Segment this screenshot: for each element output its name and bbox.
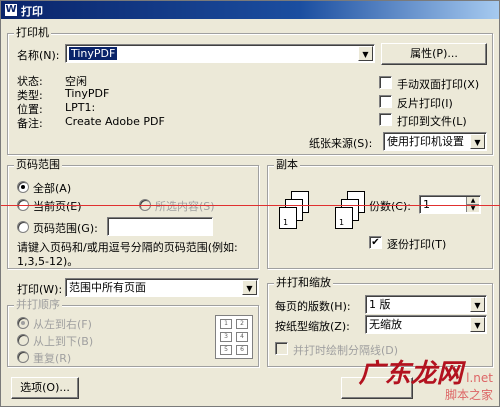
print-to-file-label[interactable]: 打印到文件(L) — [397, 113, 467, 129]
pages-per-sheet-select[interactable]: 1 版 ▼ — [365, 295, 487, 314]
chevron-down-icon[interactable]: ▼ — [470, 317, 485, 332]
reverse-checkbox[interactable] — [379, 95, 392, 108]
order-cell: 5 — [220, 345, 232, 355]
chevron-down-icon[interactable]: ▼ — [470, 134, 485, 149]
collate-checkbox[interactable]: ✔ — [369, 236, 382, 249]
collate-icon: 3 2 1 3 2 1 — [279, 191, 369, 243]
repeat-label: 重复(R) — [33, 352, 72, 365]
order-cell: 1 — [220, 319, 232, 329]
print-what-label: 打印(W): — [17, 283, 63, 296]
top-to-bottom-radio — [17, 334, 29, 346]
chevron-down-icon[interactable]: ▼ — [470, 297, 485, 312]
chevron-down-icon[interactable]: ▼ — [358, 46, 373, 61]
printer-name-select[interactable]: TinyPDF ▼ — [65, 44, 375, 63]
scale-select[interactable]: 无缩放 ▼ — [365, 315, 487, 334]
order-cell: 3 — [220, 332, 232, 342]
scale-value: 无缩放 — [369, 318, 402, 331]
spin-up-icon[interactable]: ▲ — [467, 197, 479, 205]
scale-label: 按纸型缩放(Z): — [275, 320, 350, 333]
printer-name-value: TinyPDF — [67, 46, 119, 61]
collate-label[interactable]: 逐份打印(T) — [387, 236, 446, 252]
order-cell: 6 — [236, 345, 248, 355]
separator-checkbox — [275, 342, 288, 355]
order-cell: 4 — [236, 332, 248, 342]
pages-per-sheet-value: 1 版 — [369, 298, 391, 311]
paper-source-value: 使用打印机设置 — [387, 135, 464, 148]
copies-count-label: 份数(C): — [369, 200, 411, 213]
properties-button[interactable]: 属性(P)... — [381, 43, 487, 65]
watermark-url: l.net — [466, 371, 493, 385]
page-range-input[interactable] — [107, 217, 213, 236]
paper-source-select[interactable]: 使用打印机设置 ▼ — [383, 132, 487, 151]
page-range-label[interactable]: 页码范围(G): — [33, 220, 98, 236]
page-range-hint-2: 1,3,5-12)。 — [17, 255, 79, 268]
current-page-label[interactable]: 当前页(E) — [33, 198, 82, 214]
window-title: 打印 — [21, 5, 43, 18]
pages-per-sheet-label: 每页的版数(H): — [275, 300, 351, 313]
paper-source-label: 纸张来源(S): — [309, 137, 373, 150]
printer-group-title: 打印机 — [14, 26, 51, 40]
page-range-radio[interactable] — [17, 221, 29, 233]
print-order-preview: 1 2 3 4 5 6 — [215, 315, 253, 359]
options-button[interactable]: 选项(O)... — [11, 377, 79, 399]
left-to-right-label: 从左到右(F) — [33, 318, 92, 331]
copies-icon-page: 1 — [279, 207, 297, 229]
printer-icon: W — [4, 3, 18, 17]
separator-label: 并打时绘制分隔线(D) — [293, 344, 399, 357]
all-pages-label[interactable]: 全部(A) — [33, 180, 71, 196]
location-value: LPT1: — [65, 101, 96, 114]
duplex-checkbox[interactable] — [379, 76, 392, 89]
chevron-down-icon[interactable]: ▼ — [242, 280, 257, 295]
red-guide-line — [1, 205, 500, 206]
page-range-group-title: 页码范围 — [14, 158, 62, 172]
comment-value: Create Adobe PDF — [65, 115, 165, 128]
copies-group-title: 副本 — [274, 158, 300, 172]
comment-label: 备注: — [17, 117, 43, 130]
order-cell: 2 — [236, 319, 248, 329]
print-order-group-title: 并打顺序 — [14, 298, 62, 312]
watermark-sub: 脚本之家 — [444, 388, 493, 402]
reverse-label[interactable]: 反片打印(I) — [397, 95, 453, 111]
type-value: TinyPDF — [65, 87, 110, 100]
repeat-radio — [17, 351, 29, 363]
selection-label: 所选内容(S) — [155, 200, 215, 213]
watermark-main-row: 广东龙网 l.net — [359, 360, 493, 388]
print-what-select[interactable]: 范围中所有页面 ▼ — [65, 278, 259, 297]
site-watermark: 广东龙网 l.net 脚本之家 — [359, 360, 493, 402]
top-to-bottom-label: 从上到下(B) — [33, 335, 94, 348]
print-what-value: 范围中所有页面 — [69, 281, 146, 294]
duplex-label[interactable]: 手动双面打印(X) — [397, 76, 479, 92]
left-to-right-radio — [17, 317, 29, 329]
print-to-file-checkbox[interactable] — [379, 113, 392, 126]
copies-icon-page: 1 — [335, 207, 353, 229]
title-bar[interactable]: W 打印 — [1, 1, 499, 19]
print-dialog: W 打印 打印机 名称(N): TinyPDF ▼ 属性(P)... 状态: 空… — [0, 0, 500, 407]
watermark-logo-text: 广东龙网 — [358, 359, 463, 389]
printer-name-label: 名称(N): — [17, 49, 60, 62]
zoom-group-title: 并打和缩放 — [274, 276, 333, 290]
all-pages-radio[interactable] — [17, 181, 29, 193]
